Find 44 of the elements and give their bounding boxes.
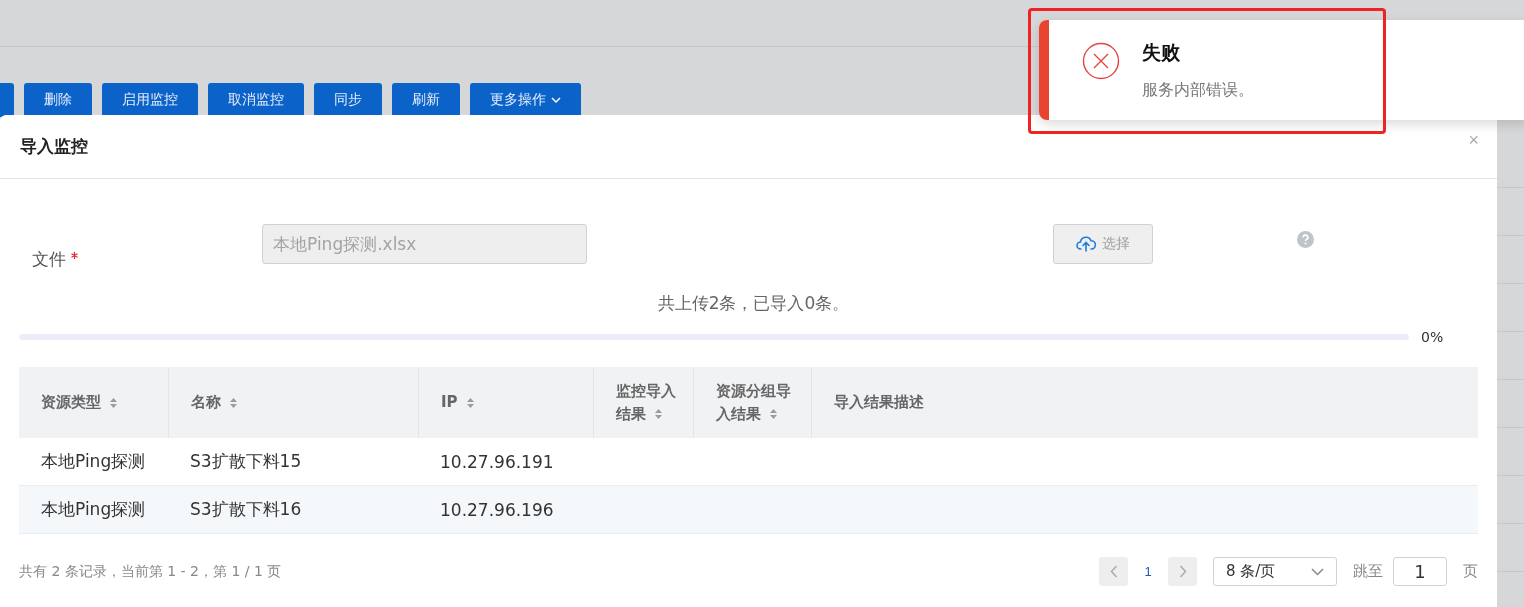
column-header[interactable]: IP [418, 367, 593, 438]
record-summary: 共有 2 条记录，当前第 1 - 2，第 1 / 1 页 [19, 562, 282, 581]
caret-icon [551, 96, 561, 104]
column-header[interactable]: 名称 [168, 367, 418, 438]
column-header[interactable]: 资源类型 [19, 367, 168, 438]
sort-icon[interactable] [109, 396, 118, 409]
import-summary: 共上传2条，已导入0条。 [656, 292, 851, 315]
page-unit-label: 页 [1463, 562, 1478, 581]
table-cell: 10.27.96.191 [440, 451, 554, 472]
toolbar-button[interactable]: 删除 [24, 83, 92, 117]
sort-icon[interactable] [229, 396, 238, 409]
cloud-upload-icon [1076, 236, 1096, 252]
table-cell: S3扩散下料16 [190, 498, 302, 521]
toolbar-button[interactable]: 刷新 [392, 83, 460, 117]
jump-page-field[interactable]: 1 [1393, 557, 1447, 586]
jump-label: 跳至 [1353, 562, 1383, 581]
sort-icon[interactable] [465, 396, 475, 409]
sort-icon[interactable] [654, 408, 663, 420]
next-page-button[interactable] [1168, 557, 1197, 586]
chevron-down-icon [1311, 567, 1324, 576]
column-header[interactable]: 导入结果描述 [811, 367, 1478, 438]
chevron-left-icon [1109, 565, 1118, 578]
progress-reading: 0% [1421, 329, 1444, 345]
toolbar-button[interactable]: 启用监控 [102, 83, 198, 117]
toast-title: 失败 [1142, 40, 1181, 65]
column-header[interactable]: 资源分组导入结果 [693, 367, 811, 438]
column-header[interactable]: 监控导入结果 [593, 367, 693, 438]
table-cell: S3扩散下料15 [190, 450, 302, 473]
field-label: 文件 [32, 248, 66, 271]
help-icon[interactable] [1297, 231, 1314, 248]
error-icon [1082, 42, 1120, 80]
dialog-title: 导入监控 [20, 135, 88, 158]
page-size-select[interactable]: 8 条/页 [1213, 557, 1337, 586]
page-number[interactable]: 1 [1138, 564, 1158, 579]
toast-message: 服务内部错误。 [1142, 80, 1254, 101]
previous-page-button[interactable] [1099, 557, 1128, 586]
table-cell: 10.27.96.196 [440, 499, 554, 520]
toolbar-button[interactable]: 同步 [314, 83, 382, 117]
toolbar-button[interactable]: 取消监控 [208, 83, 304, 117]
table-cell: 本地Ping探测 [41, 498, 146, 521]
table-cell: 本地Ping探测 [41, 450, 146, 473]
sort-icon[interactable] [769, 408, 778, 420]
toolbar-button[interactable]: 更多操作 [470, 83, 581, 117]
chevron-right-icon [1178, 565, 1187, 578]
